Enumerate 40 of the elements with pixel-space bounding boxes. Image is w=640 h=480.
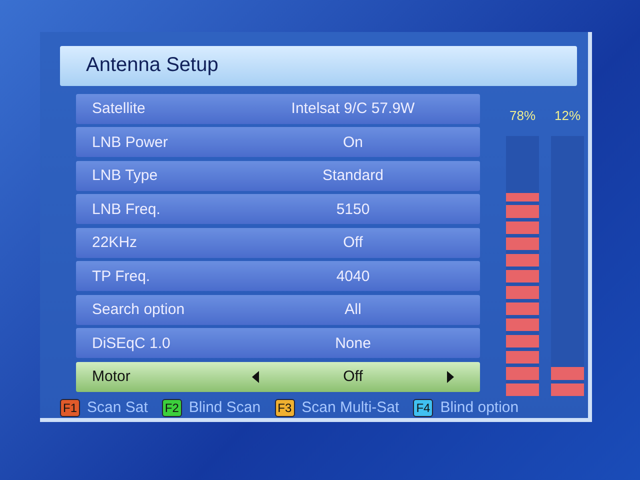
setting-value: Off (342, 234, 364, 252)
setting-label: Search option (92, 301, 186, 318)
function-key-badge[interactable]: F4 (413, 398, 434, 417)
function-key-label: Scan Multi-Sat (302, 399, 400, 416)
setting-value: Intelsat 9/C 57.9W (290, 100, 416, 118)
function-key-label: Scan Sat (87, 399, 148, 416)
function-key-badge[interactable]: F2 (162, 398, 182, 417)
setting-row[interactable]: TP Freq. 4040 (76, 261, 480, 292)
setting-label: Motor (92, 368, 132, 386)
right-arrow-icon[interactable] (447, 370, 454, 383)
setting-row[interactable]: DiSEqC 1.0 None (76, 328, 480, 358)
setting-value: 5150 (335, 200, 371, 218)
setting-row[interactable]: Motor Off (76, 362, 480, 392)
function-key-label: Blind option (440, 399, 519, 416)
function-key-label: Blind Scan (188, 399, 261, 416)
setting-label: Satellite (92, 100, 146, 118)
setting-row[interactable]: 22KHz Off (76, 228, 480, 258)
setting-row[interactable]: LNB Type Standard (76, 160, 480, 191)
left-arrow-icon[interactable] (252, 370, 259, 383)
setting-value: On (342, 134, 364, 151)
setting-label: 22KHz (92, 234, 138, 252)
setting-label: LNB Freq. (92, 200, 162, 218)
function-key-badge[interactable]: F3 (274, 398, 295, 417)
function-key-badge[interactable]: F1 (60, 398, 80, 417)
setting-label: DiSEqC 1.0 (92, 334, 172, 352)
setting-label: LNB Type (92, 167, 159, 184)
setting-value: Off (342, 368, 364, 386)
screen-title: Antenna Setup (60, 46, 577, 86)
setting-label: LNB Power (92, 134, 169, 151)
setting-row[interactable]: Satellite Intelsat 9/C 57.9W (76, 94, 480, 124)
setting-label: TP Freq. (92, 268, 152, 285)
setting-row[interactable]: LNB Power On (76, 127, 480, 158)
setting-row[interactable]: Search option All (76, 294, 480, 325)
meter-reading: 78% (509, 108, 536, 125)
setting-value: None (334, 334, 372, 352)
setting-value: All (344, 301, 362, 318)
meter-reading: 12% (554, 108, 581, 125)
setting-value: Standard (322, 167, 384, 184)
setting-value: 4040 (335, 268, 371, 285)
setting-row[interactable]: LNB Freq. 5150 (76, 194, 480, 224)
